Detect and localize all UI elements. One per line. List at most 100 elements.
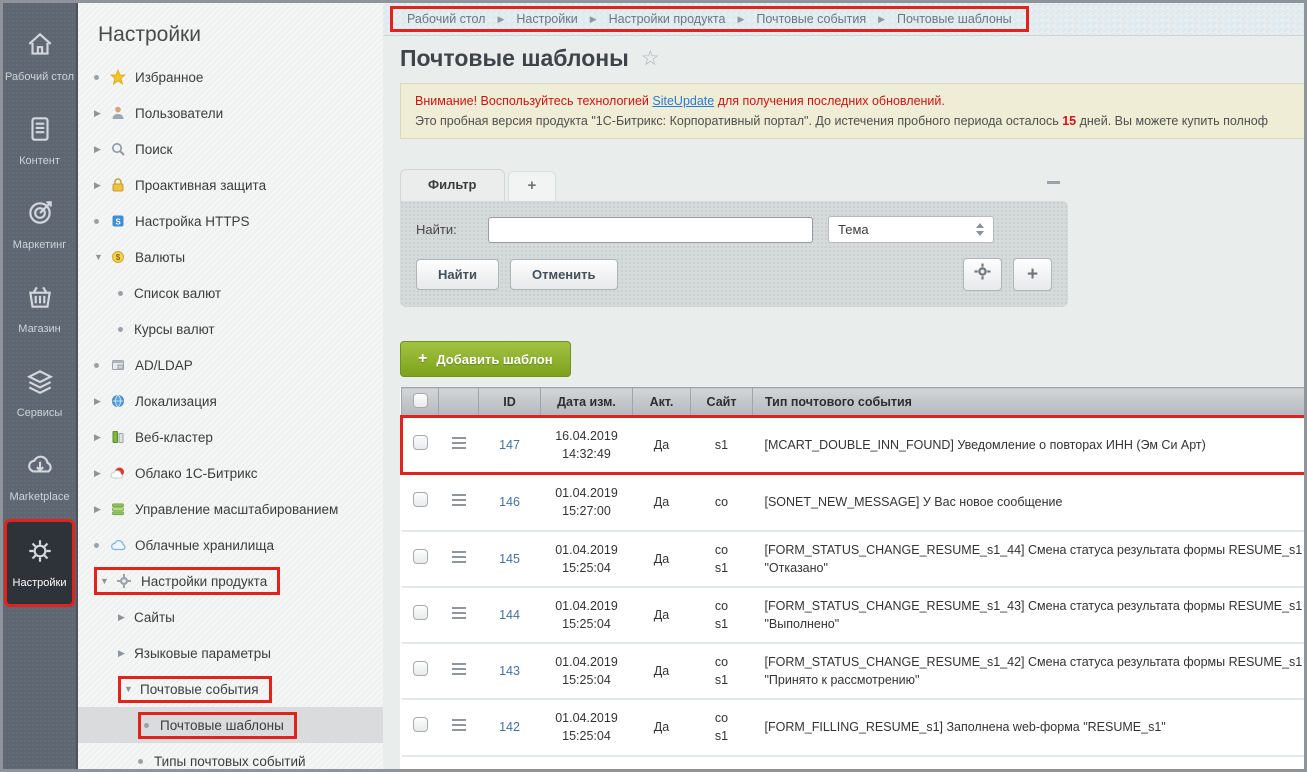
modified-date-cell: 01.04.2019 15:25:04 bbox=[541, 531, 633, 587]
sidebar-item-favorites[interactable]: Избранное bbox=[78, 59, 383, 95]
template-id-link[interactable]: 144 bbox=[499, 608, 520, 622]
favorite-star-icon[interactable]: ☆ bbox=[641, 46, 660, 71]
row-checkbox[interactable] bbox=[413, 492, 428, 507]
sidebar-item-localization[interactable]: ▶ Локализация bbox=[78, 383, 383, 419]
rail-item-marketplace[interactable]: Marketplace bbox=[3, 435, 76, 519]
cancel-button[interactable]: Отменить bbox=[510, 259, 618, 290]
sidebar-item-adldap[interactable]: AD/LDAP bbox=[78, 347, 383, 383]
row-checkbox[interactable] bbox=[413, 549, 428, 564]
https-shield-icon: S bbox=[110, 213, 126, 229]
filter-settings-button[interactable] bbox=[963, 258, 1002, 291]
chevron-right-icon[interactable]: ▶ bbox=[94, 180, 110, 191]
row-menu-icon[interactable] bbox=[452, 607, 466, 619]
rail-item-store[interactable]: Магазин bbox=[3, 267, 76, 351]
rail-item-services[interactable]: Сервисы bbox=[3, 351, 76, 435]
sidebar-item-https-settings[interactable]: S Настройка HTTPS bbox=[78, 203, 383, 239]
chevron-down-icon[interactable]: ▼ bbox=[124, 684, 140, 694]
template-id-link[interactable]: 147 bbox=[499, 438, 520, 452]
chevron-right-icon[interactable]: ▶ bbox=[94, 432, 110, 443]
rail-item-label: Магазин bbox=[18, 323, 60, 337]
templates-table: ID Дата изм. Акт. Сайт Тип почтового соб… bbox=[400, 387, 1304, 769]
sidebar-item-proactive-protection[interactable]: ▶ Проактивная защита bbox=[78, 167, 383, 203]
field-select[interactable]: Тема bbox=[828, 216, 994, 243]
row-menu-icon[interactable] bbox=[452, 494, 466, 506]
collapse-filter-icon[interactable] bbox=[1047, 181, 1060, 184]
bullet-icon bbox=[118, 291, 134, 296]
table-row: 146 01.04.2019 15:27:00 Да co [SONET_NEW… bbox=[402, 474, 1305, 531]
breadcrumb-separator-icon: ▶ bbox=[737, 14, 744, 25]
sidebar-item-currency-list[interactable]: Список валют bbox=[78, 275, 383, 311]
add-filter-field-button[interactable]: + bbox=[1013, 258, 1052, 291]
chevron-right-icon[interactable]: ▶ bbox=[94, 144, 110, 155]
row-checkbox[interactable] bbox=[413, 661, 428, 676]
sidebar-item-mail-templates[interactable]: Почтовые шаблоны bbox=[78, 707, 383, 743]
sidebar-item-web-cluster[interactable]: ▶ Веб-кластер bbox=[78, 419, 383, 455]
rail-item-label: Marketplace bbox=[10, 491, 70, 505]
sidebar-item-currency-rates[interactable]: Курсы валют bbox=[78, 311, 383, 347]
row-checkbox[interactable] bbox=[413, 435, 428, 450]
chevron-right-icon[interactable]: ▶ bbox=[118, 612, 134, 623]
row-checkbox[interactable] bbox=[413, 605, 428, 620]
siteupdate-link[interactable]: SiteUpdate bbox=[652, 94, 714, 108]
template-id-link[interactable]: 143 bbox=[499, 664, 520, 678]
breadcrumb-link-mail-templates[interactable]: Почтовые шаблоны bbox=[897, 12, 1012, 26]
date-column-header[interactable]: Дата изм. bbox=[541, 388, 633, 417]
row-menu-icon[interactable] bbox=[452, 663, 466, 675]
chevron-right-icon[interactable]: ▶ bbox=[94, 108, 110, 119]
add-template-label: Добавить шаблон bbox=[436, 352, 552, 367]
row-menu-icon[interactable] bbox=[452, 719, 466, 731]
add-template-button[interactable]: + Добавить шаблон bbox=[400, 341, 571, 377]
sidebar-item-currencies[interactable]: ▼ $ Валюты bbox=[78, 239, 383, 275]
filter-tab[interactable]: Фильтр bbox=[400, 169, 505, 201]
breadcrumb-link-product-settings[interactable]: Настройки продукта bbox=[609, 12, 726, 26]
id-column-header[interactable]: ID bbox=[479, 388, 541, 417]
breadcrumb-link-settings[interactable]: Настройки bbox=[516, 12, 577, 26]
trial-text: Это пробная версия продукта "1С-Битрикс:… bbox=[415, 111, 1304, 131]
breadcrumb-separator-icon: ▶ bbox=[878, 14, 885, 25]
gear-icon bbox=[974, 263, 991, 286]
sidebar-item-product-settings[interactable]: ▼ Настройки продукта bbox=[78, 563, 383, 599]
template-id-link[interactable]: 142 bbox=[499, 720, 520, 734]
sidebar-item-search[interactable]: ▶ Поиск bbox=[78, 131, 383, 167]
breadcrumb-link-desktop[interactable]: Рабочий стол bbox=[407, 12, 485, 26]
rail-item-desktop[interactable]: Рабочий стол bbox=[3, 15, 76, 99]
bullet-icon bbox=[144, 723, 160, 728]
chevron-right-icon[interactable]: ▶ bbox=[94, 396, 110, 407]
sidebar-item-users[interactable]: ▶ Пользователи bbox=[78, 95, 383, 131]
chevron-right-icon[interactable]: ▶ bbox=[118, 648, 134, 659]
rail-item-content[interactable]: Контент bbox=[3, 99, 76, 183]
sidebar-item-language-params[interactable]: ▶ Языковые параметры bbox=[78, 635, 383, 671]
active-cell: Да bbox=[633, 643, 691, 699]
trial-text-segment: Это пробная версия продукта "1С-Битрикс:… bbox=[415, 114, 1062, 128]
sidebar-item-sites[interactable]: ▶ Сайты bbox=[78, 599, 383, 635]
rail-item-marketing[interactable]: Маркетинг bbox=[3, 183, 76, 267]
search-input[interactable] bbox=[488, 217, 813, 243]
bullet-icon bbox=[118, 327, 134, 332]
bullet-icon bbox=[94, 219, 110, 224]
rail-item-settings[interactable]: Настройки bbox=[4, 519, 75, 607]
chevron-right-icon[interactable]: ▶ bbox=[94, 504, 110, 515]
chevron-down-icon[interactable]: ▼ bbox=[94, 252, 110, 262]
sidebar-item-scaling-management[interactable]: ▶ Управление масштабированием bbox=[78, 491, 383, 527]
add-filter-tab[interactable]: + bbox=[508, 171, 557, 201]
sidebar-item-mail-events[interactable]: ▼ Почтовые события bbox=[78, 671, 383, 707]
sidebar-item-cloud-storage[interactable]: Облачные хранилища bbox=[78, 527, 383, 563]
table-row: 142 01.04.2019 15:25:04 Да co s1 [FORM_F… bbox=[402, 699, 1305, 755]
site-column-header[interactable]: Сайт bbox=[691, 388, 753, 417]
sidebar-item-label: Проактивная защита bbox=[135, 178, 266, 193]
find-button[interactable]: Найти bbox=[416, 259, 499, 290]
chevron-right-icon[interactable]: ▶ bbox=[94, 468, 110, 479]
active-column-header[interactable]: Акт. bbox=[633, 388, 691, 417]
sidebar-item-mail-event-types[interactable]: Типы почтовых событий bbox=[78, 743, 383, 769]
breadcrumb-link-mail-events[interactable]: Почтовые события bbox=[756, 12, 866, 26]
template-id-link[interactable]: 145 bbox=[499, 552, 520, 566]
sidebar-item-cloud-1c-bitrix[interactable]: ▶ Облако 1С-Битрикс bbox=[78, 455, 383, 491]
event-type-column-header[interactable]: Тип почтового события bbox=[753, 388, 1305, 417]
chevron-down-icon[interactable]: ▼ bbox=[100, 576, 116, 586]
gear-icon bbox=[116, 573, 132, 589]
row-menu-icon[interactable] bbox=[452, 551, 466, 563]
template-id-link[interactable]: 146 bbox=[499, 495, 520, 509]
row-checkbox[interactable] bbox=[413, 717, 428, 732]
row-menu-icon[interactable] bbox=[452, 437, 466, 449]
select-all-checkbox[interactable] bbox=[413, 393, 428, 408]
